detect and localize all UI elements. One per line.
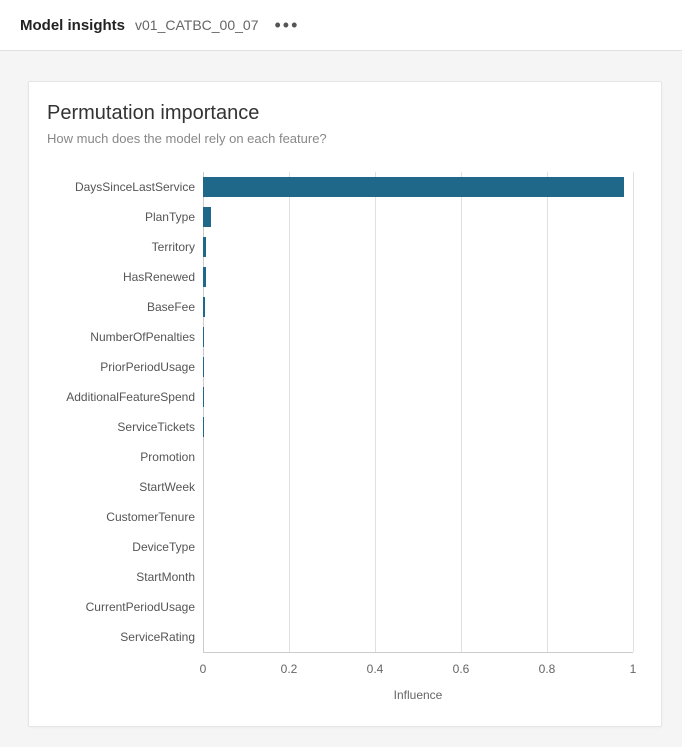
bar-label: ServiceTickets <box>47 420 203 434</box>
bar-track <box>203 412 633 442</box>
bar-track <box>203 532 633 562</box>
bar-row: DeviceType <box>47 532 633 562</box>
bar-row: CustomerTenure <box>47 502 633 532</box>
permutation-importance-chart: DaysSinceLastService PlanType Territory Has… <box>47 172 633 702</box>
bar-label: Territory <box>47 240 203 254</box>
more-icon: ••• <box>274 15 299 35</box>
bar-fill <box>203 237 206 257</box>
bar-track <box>203 322 633 352</box>
bar-row: Promotion <box>47 442 633 472</box>
x-tick-label: 0.2 <box>281 662 298 676</box>
bar-track <box>203 472 633 502</box>
bar-fill <box>203 207 211 227</box>
bar-track <box>203 382 633 412</box>
bar-fill <box>203 177 624 197</box>
bar-track <box>203 172 633 202</box>
plot-area: DaysSinceLastService PlanType Territory Has… <box>47 172 633 652</box>
bar-track <box>203 592 633 622</box>
x-axis-line <box>203 652 633 653</box>
x-axis: 00.20.40.60.81 <box>47 662 633 680</box>
x-tick-label: 0.8 <box>539 662 556 676</box>
model-name: v01_CATBC_00_07 <box>135 17 258 33</box>
bar-track <box>203 262 633 292</box>
bar-track <box>203 622 633 652</box>
bar-label: Promotion <box>47 450 203 464</box>
bar-row: Territory <box>47 232 633 262</box>
bar-label: CustomerTenure <box>47 510 203 524</box>
bar-row: StartWeek <box>47 472 633 502</box>
bar-label: StartMonth <box>47 570 203 584</box>
bar-label: CurrentPeriodUsage <box>47 600 203 614</box>
bar-row: PlanType <box>47 202 633 232</box>
bar-label: NumberOfPenalties <box>47 330 203 344</box>
bars-container: DaysSinceLastService PlanType Territory Has… <box>47 172 633 652</box>
bar-track <box>203 292 633 322</box>
x-axis-label: Influence <box>203 688 633 702</box>
bar-row: ServiceTickets <box>47 412 633 442</box>
bar-fill <box>203 267 206 287</box>
bar-track <box>203 202 633 232</box>
bar-label: BaseFee <box>47 300 203 314</box>
bar-fill <box>203 297 205 317</box>
x-tick-label: 0.4 <box>367 662 384 676</box>
bar-label: HasRenewed <box>47 270 203 284</box>
permutation-importance-card: Permutation importance How much does the… <box>28 81 662 727</box>
page-title: Model insights <box>20 17 125 34</box>
bar-row: HasRenewed <box>47 262 633 292</box>
bar-track <box>203 442 633 472</box>
bar-row: AdditionalFeatureSpend <box>47 382 633 412</box>
bar-label: AdditionalFeatureSpend <box>47 390 203 404</box>
x-ticks: 00.20.40.60.81 <box>203 662 633 680</box>
more-menu-button[interactable]: ••• <box>268 12 305 38</box>
gridline <box>633 172 634 652</box>
card-subtitle: How much does the model rely on each fea… <box>47 131 633 146</box>
x-tick-label: 0 <box>200 662 207 676</box>
x-tick-label: 1 <box>630 662 637 676</box>
bar-row: PriorPeriodUsage <box>47 352 633 382</box>
bar-row: BaseFee <box>47 292 633 322</box>
bar-track <box>203 352 633 382</box>
x-label-row: Influence <box>47 688 633 702</box>
bar-label: ServiceRating <box>47 630 203 644</box>
bar-row: CurrentPeriodUsage <box>47 592 633 622</box>
bar-label: PriorPeriodUsage <box>47 360 203 374</box>
bar-row: NumberOfPenalties <box>47 322 633 352</box>
bar-row: StartMonth <box>47 562 633 592</box>
bar-track <box>203 232 633 262</box>
bar-track <box>203 562 633 592</box>
bar-row: ServiceRating <box>47 622 633 652</box>
bar-row: DaysSinceLastService <box>47 172 633 202</box>
page-header: Model insights v01_CATBC_00_07 ••• <box>0 0 682 51</box>
bar-label: DaysSinceLastService <box>47 180 203 194</box>
bar-label: DeviceType <box>47 540 203 554</box>
bar-label: PlanType <box>47 210 203 224</box>
bar-track <box>203 502 633 532</box>
bar-label: StartWeek <box>47 480 203 494</box>
card-title: Permutation importance <box>47 102 633 125</box>
card-container: Permutation importance How much does the… <box>0 51 682 747</box>
x-tick-label: 0.6 <box>453 662 470 676</box>
